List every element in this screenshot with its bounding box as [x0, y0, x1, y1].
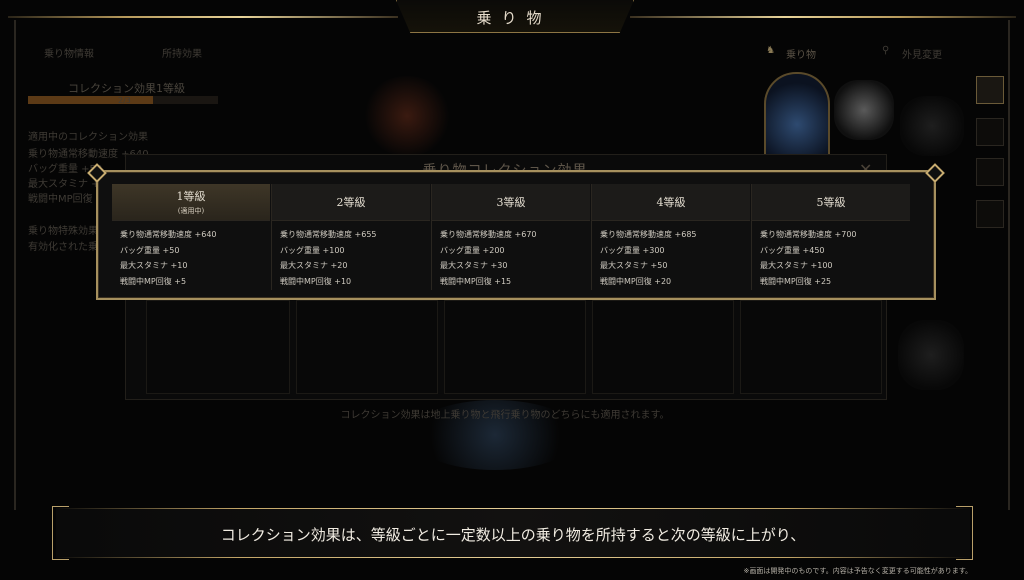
- title-bar: 乗り物: [0, 0, 1024, 36]
- right-tab-mount[interactable]: 乗り物: [786, 46, 816, 61]
- grade-header: 2等級: [272, 184, 430, 221]
- grade-status: (適用中): [177, 207, 205, 215]
- grade-effects: 乗り物通常移動速度 +685 バッグ重量 +300 最大スタミナ +50 戦闘中…: [592, 221, 750, 289]
- title-bar-line: [8, 16, 398, 18]
- mount-thumbnail[interactable]: [900, 96, 964, 156]
- effect-line: 乗り物通常移動速度 +700: [760, 230, 857, 239]
- filter-tab[interactable]: [976, 158, 1004, 186]
- grade-header: 4等級: [592, 184, 750, 221]
- effect-line: 最大スタミナ +10: [120, 261, 188, 271]
- filter-tab[interactable]: [976, 118, 1004, 146]
- empty-slot: [146, 300, 290, 394]
- effect-line: 最大スタミナ +50: [600, 261, 668, 271]
- empty-slot: [740, 300, 882, 394]
- tab-mount-info[interactable]: 乗り物情報: [44, 45, 94, 60]
- grade-column-1: 1等級 (適用中) 乗り物通常移動速度 +640 バッグ重量 +50 最大スタミ…: [112, 184, 270, 290]
- effect-line: 戦闘中MP回復 +5: [120, 276, 187, 286]
- grade-header: 1等級 (適用中): [112, 184, 270, 221]
- filter-tab[interactable]: [976, 200, 1004, 228]
- collection-grade-label: コレクション効果1等級: [68, 82, 185, 95]
- progress-fill: [28, 96, 154, 104]
- mount-thumbnail[interactable]: [834, 80, 894, 140]
- effect-line: 戦闘中MP回復 +10: [280, 276, 352, 286]
- empty-slot: [444, 300, 586, 394]
- modal-note: コレクション効果は地上乗り物と飛行乗り物のどちらにも適用されます。: [340, 410, 670, 421]
- grade-name: 5等級: [816, 196, 846, 209]
- grade-column-5: 5等級 乗り物通常移動速度 +700 バッグ重量 +450 最大スタミナ +10…: [752, 184, 910, 290]
- grade-column-3: 3等級 乗り物通常移動速度 +670 バッグ重量 +200 最大スタミナ +30…: [432, 184, 590, 290]
- grade-effects: 乗り物通常移動速度 +655 バッグ重量 +100 最大スタミナ +20 戦闘中…: [272, 221, 430, 289]
- effect-line: バッグ重量 +300: [600, 245, 665, 255]
- special-effect-header: 乗り物特殊効果: [28, 226, 98, 237]
- effect-line: 乗り物通常移動速度 +655: [280, 230, 377, 239]
- left-frame-rule: [14, 20, 16, 510]
- grade-header: 5等級: [752, 184, 910, 221]
- grade-name: 1等級: [176, 190, 206, 203]
- mount-thumbnail[interactable]: [898, 320, 964, 390]
- tab-owned-effect[interactable]: 所持効果: [162, 45, 202, 60]
- right-tab-appearance[interactable]: 外見変更: [902, 46, 942, 61]
- title-bar-line: [630, 16, 1016, 18]
- effect-line: 乗り物通常移動速度 +640: [120, 230, 217, 239]
- effect-line: 戦闘中MP回復 +15: [440, 276, 512, 286]
- page-title: 乗り物: [476, 9, 552, 27]
- grid-view-tab[interactable]: [976, 76, 1004, 104]
- effect-line: バッグ重量 +100: [280, 245, 345, 255]
- applied-effects-header: 適用中のコレクション効果: [28, 132, 148, 143]
- effect-line: 最大スタミナ +30: [440, 261, 508, 271]
- effect-line: 戦闘中MP回復 +25: [760, 276, 832, 286]
- mount-preview-glow: [362, 76, 452, 156]
- grade-name: 3等級: [496, 196, 526, 209]
- subtitle-bottom-line: [56, 557, 970, 558]
- effect-line: 戦闘中MP回復 +20: [600, 276, 672, 286]
- grade-column-2: 2等級 乗り物通常移動速度 +655 バッグ重量 +100 最大スタミナ +20…: [272, 184, 430, 290]
- wardrobe-icon: ⚲: [882, 45, 890, 56]
- effect-line: 乗り物通常移動速度 +685: [600, 230, 697, 239]
- grade-effects: 乗り物通常移動速度 +670 バッグ重量 +200 最大スタミナ +30 戦闘中…: [432, 221, 590, 289]
- subtitle-top-line: [56, 508, 970, 509]
- effect-line: 最大スタミナ +100: [760, 261, 833, 271]
- grade-effect-table: 1等級 (適用中) 乗り物通常移動速度 +640 バッグ重量 +50 最大スタミ…: [96, 170, 936, 300]
- game-screen: 乗り物情報 所持効果 コレクション効果1等級 2/3 適用中のコレクション効果 …: [0, 0, 1024, 580]
- empty-slot: [296, 300, 438, 394]
- grade-header: 3等級: [432, 184, 590, 221]
- grade-name: 2等級: [336, 196, 366, 209]
- empty-slot: [592, 300, 734, 394]
- grade-effects: 乗り物通常移動速度 +640 バッグ重量 +50 最大スタミナ +10 戦闘中M…: [112, 221, 270, 289]
- effect-line: 最大スタミナ +20: [280, 261, 348, 271]
- effect-line: バッグ重量 +50: [120, 245, 180, 255]
- selected-mount-thumbnail[interactable]: [764, 72, 830, 158]
- grade-column-4: 4等級 乗り物通常移動速度 +685 バッグ重量 +300 最大スタミナ +50…: [592, 184, 750, 290]
- effect-line: 乗り物通常移動速度 +670: [440, 230, 537, 239]
- horse-icon: ♞: [766, 45, 775, 56]
- progress-text: 2/3: [118, 96, 131, 105]
- grade-effects: 乗り物通常移動速度 +700 バッグ重量 +450 最大スタミナ +100 戦闘…: [752, 221, 910, 289]
- right-frame-rule: [1008, 20, 1010, 510]
- effect-line: バッグ重量 +200: [440, 245, 505, 255]
- subtitle-text: コレクション効果は、等級ごとに一定数以上の乗り物を所持すると次の等級に上がり、: [220, 526, 806, 544]
- effect-line: バッグ重量 +450: [760, 245, 825, 255]
- disclaimer-text: ※画面は開発中のものです。内容は予告なく変更する可能性があります。: [743, 567, 972, 575]
- grade-name: 4等級: [656, 196, 686, 209]
